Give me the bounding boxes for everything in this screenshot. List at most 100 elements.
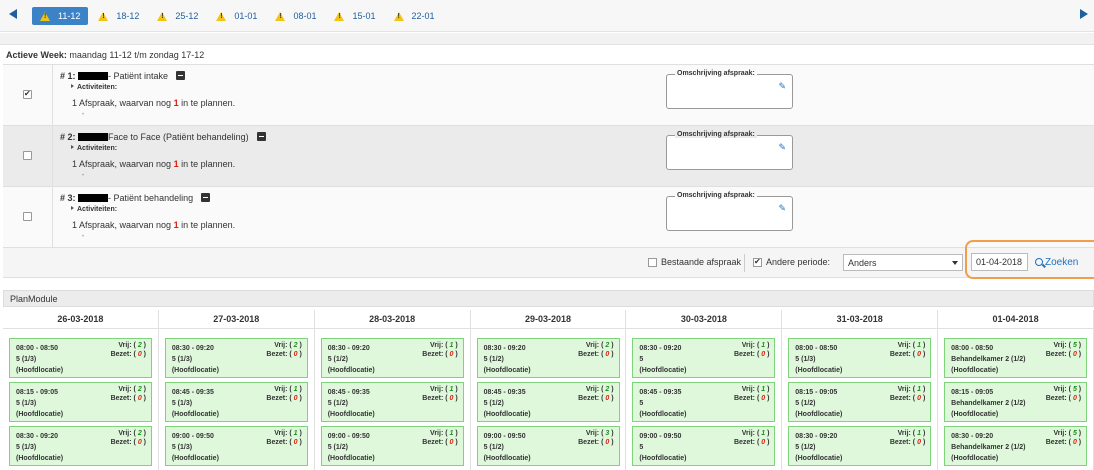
activities-toggle[interactable]: Activiteiten: bbox=[71, 206, 117, 213]
slot-busy: Bezet: ( 0 ) bbox=[889, 439, 926, 446]
row-title-text: - Patiënt intake bbox=[108, 71, 169, 81]
free-label: Vrij: bbox=[118, 430, 132, 437]
collapse-minus-icon[interactable] bbox=[176, 71, 186, 80]
slot-room: 5 (1/3) bbox=[171, 400, 193, 407]
slot-free: Vrij: ( 2 ) bbox=[118, 430, 146, 437]
description-textarea[interactable]: Omschrijving afspraak: ✎ bbox=[666, 70, 793, 109]
time-slot[interactable]: 08:45 - 09:35 5 (1/2) (Hoofdlocatie) Vrij: … bbox=[320, 382, 464, 422]
busy-label: Bezet: bbox=[266, 439, 288, 446]
busy-count: 0 bbox=[449, 395, 454, 402]
time-slot[interactable]: 08:30 - 09:20 Behandelkamer 2 (1/2) (Hoofd… bbox=[944, 426, 1088, 466]
time-slot[interactable]: 08:30 - 09:20 5 (1/2) (Hoofdlocatie) Vrij: … bbox=[320, 338, 464, 378]
description-textarea[interactable]: Omschrijving afspraak: ✎ bbox=[666, 192, 793, 231]
other-period-label: Andere periode: bbox=[766, 257, 831, 267]
week-tab[interactable]: 08-01 bbox=[267, 7, 324, 25]
slot-time: 08:00 - 08:50 bbox=[16, 345, 59, 352]
slot-location: (Hoofdlocatie) bbox=[795, 455, 843, 462]
free-count: 1 bbox=[917, 342, 921, 349]
busy-label: Bezet: bbox=[889, 351, 911, 358]
time-slot[interactable]: 08:00 - 08:50 Behandelkamer 2 (1/2) (Hoofd… bbox=[944, 338, 1088, 378]
existing-appointment-filter[interactable]: Bestaande afspraak bbox=[648, 257, 741, 267]
time-slot[interactable]: 08:30 - 09:20 5 (1/3) (Hoofdlocatie) Vrij: … bbox=[9, 426, 152, 466]
time-slot[interactable]: 08:45 - 09:35 5 (1/2) (Hoofdlocatie) Vrij: … bbox=[476, 382, 620, 422]
other-period-filter[interactable]: Andere periode: bbox=[753, 257, 830, 267]
free-count: 3 bbox=[605, 430, 610, 437]
activities-toggle[interactable]: Activiteiten: bbox=[71, 145, 117, 152]
description-textarea[interactable]: Omschrijving afspraak: ✎ bbox=[666, 131, 793, 170]
row-checkbox[interactable] bbox=[23, 89, 32, 99]
warning-icon bbox=[98, 11, 109, 21]
time-slot[interactable]: 08:15 - 09:05 5 (1/3) (Hoofdlocatie) Vrij: … bbox=[9, 382, 152, 422]
checkbox-cell bbox=[3, 126, 53, 186]
pencil-icon[interactable]: ✎ bbox=[778, 142, 786, 153]
slot-busy: Bezet: ( 0 ) bbox=[110, 439, 146, 446]
busy-count: 0 bbox=[1072, 439, 1077, 446]
collapse-minus-icon[interactable] bbox=[256, 132, 266, 141]
time-slot[interactable]: 08:00 - 08:50 5 (1/3) (Hoofdlocatie) Vrij: … bbox=[9, 338, 152, 378]
time-slot[interactable]: 09:00 - 09:50 5 (1/2) (Hoofdlocatie) Vrij: … bbox=[320, 426, 464, 466]
slot-location: (Hoofdlocatie) bbox=[171, 411, 219, 418]
busy-label: Bezet: bbox=[266, 351, 288, 358]
slot-free: Vrij: ( 2 ) bbox=[274, 342, 302, 349]
slot-room: 5 (1/2) bbox=[327, 444, 348, 451]
next-week-arrow-icon[interactable] bbox=[1080, 9, 1088, 19]
count-text-post: in te plannen. bbox=[178, 98, 236, 108]
slot-time: 08:15 - 09:05 bbox=[16, 389, 59, 396]
row-checkbox[interactable] bbox=[23, 151, 32, 160]
time-slot[interactable]: 09:00 - 09:50 5 (1/2) (Hoofdlocatie) Vrij: … bbox=[476, 426, 620, 466]
existing-appointment-checkbox[interactable] bbox=[648, 257, 657, 267]
count-text-pre: 1 Afspraak, waarvan nog bbox=[72, 220, 174, 230]
time-slot[interactable]: 08:15 - 09:05 5 (1/2) (Hoofdlocatie) Vrij: … bbox=[788, 382, 932, 422]
slot-location: (Hoofdlocatie) bbox=[483, 455, 531, 462]
free-count: 1 bbox=[917, 386, 921, 393]
week-tab[interactable]: 22-01 bbox=[386, 7, 443, 25]
activities-toggle[interactable]: Activiteiten: bbox=[71, 84, 117, 91]
previous-week-arrow-icon[interactable] bbox=[9, 9, 17, 19]
slot-room: 5 (1/2) bbox=[483, 356, 504, 363]
free-label: Vrij: bbox=[897, 386, 911, 393]
busy-label: Bezet: bbox=[1045, 439, 1067, 446]
slot-free: Vrij: ( 1 ) bbox=[897, 386, 926, 393]
search-button[interactable]: Zoeken bbox=[1035, 253, 1078, 271]
row-checkbox[interactable] bbox=[23, 212, 32, 221]
slot-room: 5 (1/2) bbox=[795, 444, 816, 451]
time-slot[interactable]: 08:30 - 09:20 5 (1/3) (Hoofdlocatie) Vrij: … bbox=[164, 338, 308, 378]
free-count: 2 bbox=[605, 386, 610, 393]
free-label: Vrij: bbox=[1053, 342, 1067, 349]
week-tab[interactable]: 18-12 bbox=[90, 7, 147, 25]
pencil-icon[interactable]: ✎ bbox=[778, 203, 786, 214]
time-slot[interactable]: 08:30 - 09:20 5 (1/2) (Hoofdlocatie) Vrij: … bbox=[788, 426, 932, 466]
time-slot[interactable]: 08:30 - 09:20 5 (1/2) (Hoofdlocatie) Vrij: … bbox=[476, 338, 620, 378]
week-tab-label: 08-01 bbox=[293, 11, 317, 21]
slot-busy: Bezet: ( 0 ) bbox=[733, 395, 770, 402]
slot-free: Vrij: ( 2 ) bbox=[118, 386, 146, 393]
time-slot[interactable]: 09:00 - 09:50 5 (Hoofdlocatie) Vrij: ( 1 ) B… bbox=[632, 426, 776, 466]
collapse-minus-icon[interactable] bbox=[201, 193, 211, 202]
checkbox-cell bbox=[3, 65, 53, 125]
slot-room: 5 (1/3) bbox=[171, 444, 193, 451]
time-slot[interactable]: 08:45 - 09:35 5 (Hoofdlocatie) Vrij: ( 1 ) B… bbox=[632, 382, 776, 422]
week-tab[interactable]: 15-01 bbox=[326, 7, 383, 25]
time-slot[interactable]: 08:30 - 09:20 5 (Hoofdlocatie) Vrij: ( 1 ) B… bbox=[632, 338, 776, 378]
appointment-count: 1 Afspraak, waarvan nog 1 in te plannen. bbox=[72, 220, 235, 230]
week-tab[interactable]: 11-12 bbox=[32, 7, 89, 25]
slot-room: 5 (1/2) bbox=[795, 400, 816, 407]
other-period-checkbox[interactable] bbox=[753, 257, 762, 267]
free-label: Vrij: bbox=[1053, 386, 1067, 393]
period-select[interactable]: Anders bbox=[843, 254, 963, 271]
busy-label: Bezet: bbox=[733, 395, 755, 402]
pencil-icon[interactable]: ✎ bbox=[778, 81, 786, 92]
free-label: Vrij: bbox=[585, 386, 600, 393]
slot-room: 5 bbox=[639, 444, 644, 451]
bullet-dot: • bbox=[82, 173, 85, 179]
week-tab[interactable]: 01-01 bbox=[208, 7, 265, 25]
week-tab[interactable]: 25-12 bbox=[149, 7, 206, 25]
count-text-pre: 1 Afspraak, waarvan nog bbox=[72, 159, 174, 169]
time-slot[interactable]: 08:00 - 08:50 5 (1/3) (Hoofdlocatie) Vrij: … bbox=[788, 338, 932, 378]
time-slot[interactable]: 09:00 - 09:50 5 (1/3) (Hoofdlocatie) Vrij: … bbox=[164, 426, 308, 466]
date-input[interactable]: 01-04-2018 bbox=[971, 253, 1028, 271]
time-slot[interactable]: 08:15 - 09:05 Behandelkamer 2 (1/2) (Hoofd… bbox=[944, 382, 1088, 422]
active-week: Actieve Week: maandag 11-12 t/m zondag 1… bbox=[6, 50, 204, 60]
time-slot[interactable]: 08:45 - 09:35 5 (1/3) (Hoofdlocatie) Vrij: … bbox=[164, 382, 308, 422]
chevron-down-icon bbox=[952, 261, 958, 265]
